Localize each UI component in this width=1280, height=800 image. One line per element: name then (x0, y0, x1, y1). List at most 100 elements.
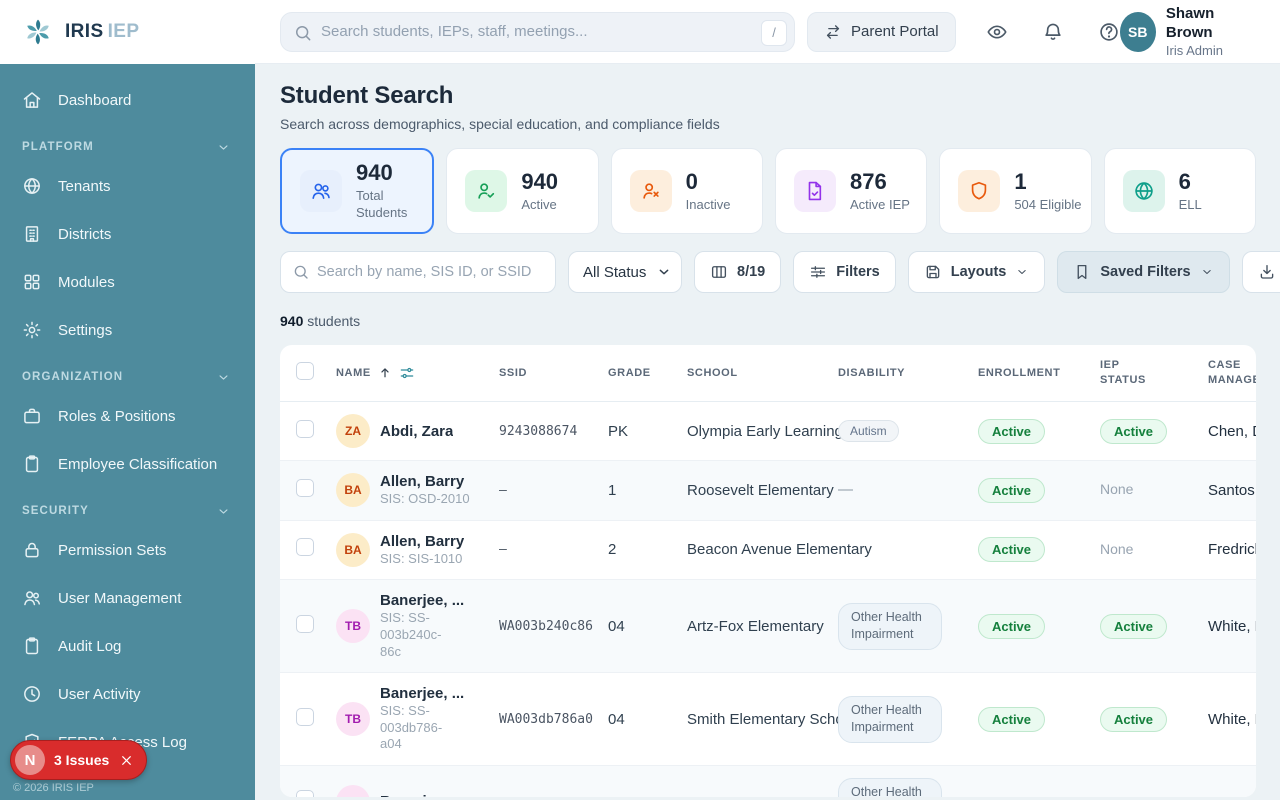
sidebar-item-tenants[interactable]: Tenants (0, 162, 255, 210)
sidebar-item-districts[interactable]: Districts (0, 210, 255, 258)
export-button[interactable]: Export (1241, 251, 1280, 293)
enrollment-badge: Active (978, 706, 1046, 732)
table-row[interactable]: TB Banerjee, ... SIS: SS- 003b240c- 86c WA0… (280, 580, 1256, 674)
columns-button[interactable]: 8/19 (694, 251, 782, 293)
bell-icon[interactable] (1042, 21, 1064, 43)
sidebar-item-user-management[interactable]: User Management (0, 574, 255, 622)
bookmark-icon (1073, 263, 1091, 281)
stat-value: 940 (521, 168, 559, 194)
parent-portal-button[interactable]: Parent Portal (807, 11, 956, 52)
dev-issues-badge[interactable]: N 3 Issues (10, 740, 148, 780)
row-checkbox[interactable] (296, 790, 314, 797)
stat-icon-tile (629, 170, 672, 212)
sidebar-item-label: User Activity (58, 685, 141, 703)
sidebar-item-audit-log[interactable]: Audit Log (0, 622, 255, 670)
select-all-checkbox[interactable] (296, 361, 314, 380)
sidebar-section-security[interactable]: SECURITY (0, 496, 255, 526)
table-row[interactable]: BA Allen, Barry SIS: OSD-2010 – 1 Roosevelt E… (280, 461, 1256, 521)
sidebar-item-dashboard[interactable]: Dashboard (0, 76, 255, 124)
row-checkbox[interactable] (296, 614, 314, 633)
sidebar-item-permission-sets[interactable]: Permission Sets (0, 526, 255, 574)
filters-button[interactable]: Filters (793, 251, 896, 293)
column-header-school[interactable]: SCHOOL (687, 366, 838, 381)
stat-card-ell[interactable]: 6 ELL (1103, 148, 1256, 234)
ssid: WA003db786a0 (499, 711, 593, 727)
sidebar-item-employee-classification[interactable]: Employee Classification (0, 440, 255, 488)
sidebar-item-label: Districts (58, 225, 112, 243)
saved-filters-button[interactable]: Saved Filters (1057, 251, 1230, 293)
sidebar-item-modules[interactable]: Modules (0, 258, 255, 306)
case-manager: White, L (1208, 710, 1256, 728)
sidebar-item-user-activity[interactable]: User Activity (0, 670, 255, 718)
stat-label: Total Students (356, 188, 408, 220)
stat-card-inactive[interactable]: 0 Inactive (610, 148, 763, 234)
column-header-ssid[interactable]: SSID (499, 366, 608, 381)
columns-icon (710, 263, 728, 281)
columns-count-label: 8/19 (737, 264, 766, 280)
student-name: Banerjee, ... (380, 592, 465, 610)
app-logo[interactable]: IRIS IEP (0, 0, 255, 64)
stat-card-total-students[interactable]: 940 Total Students (280, 148, 435, 234)
table-header: NAME SSID GRADE SCHOOL DISABILITY ENROLLMENT I… (280, 345, 1256, 402)
student-name: Allen, Barry (380, 532, 465, 550)
school: Artz-Fox Elementary (687, 617, 824, 635)
global-search-input[interactable] (281, 12, 794, 51)
sidebar-item-label: Settings (58, 321, 113, 339)
sidebar-section-platform[interactable]: PLATFORM (0, 132, 255, 162)
issues-logo: N (15, 745, 45, 775)
avatar: TB (336, 702, 370, 737)
table-search-input[interactable] (281, 252, 555, 292)
table-row[interactable]: TB Banerjee, ... SIS: SS- 003db786- a04 WA0… (280, 673, 1256, 766)
row-checkbox[interactable] (296, 478, 314, 497)
row-checkbox[interactable] (296, 538, 314, 557)
iep-status-badge: Active (1100, 613, 1168, 639)
column-header-name[interactable]: NAME (336, 365, 499, 381)
column-header-enrollment[interactable]: ENROLLMENT (978, 366, 1100, 381)
avatar: BA (336, 532, 370, 567)
close-icon[interactable] (120, 754, 133, 767)
sidebar-item-roles-positions[interactable]: Roles & Positions (0, 392, 255, 440)
stat-value: 940 (356, 160, 393, 186)
status-filter-select[interactable]: All Status (568, 251, 682, 293)
student-name: Abdi, Zara (380, 422, 454, 440)
row-checkbox[interactable] (296, 707, 314, 726)
sidebar-copyright: © 2026 IRIS IEP (13, 782, 94, 794)
stat-card-active-iep[interactable]: 876 Active IEP (774, 148, 928, 234)
table-row[interactable]: ZA Abdi, Zara 9243088674 PK Olympia Early Le… (280, 402, 1256, 461)
sis-id: SIS: SIS-1010 (380, 550, 463, 566)
help-icon[interactable] (1098, 21, 1120, 43)
sidebar-nav: Dashboard PLATFORM Tenants Districts Modules… (0, 64, 255, 800)
column-header-case-manager[interactable]: CASE MANAGER (1208, 358, 1256, 388)
topbar: / Parent Portal SB Shawn Brown Iris Admi… (255, 0, 1280, 64)
eye-icon[interactable] (986, 21, 1008, 43)
table-row[interactable]: BA Allen, Barry SIS: SIS-1010 – 2 Beacon Aven… (280, 521, 1256, 581)
stat-cards: 940 Total Students 940 Active 0 Inactive 876 Ac… (280, 148, 1256, 234)
ssid: – (499, 542, 507, 558)
sidebar-section-label: ORGANIZATION (22, 371, 124, 383)
case-manager: Santos, (1208, 481, 1256, 499)
ssid: 9243088674 (499, 423, 578, 439)
layouts-button[interactable]: Layouts (907, 251, 1046, 293)
filters-label: Filters (836, 264, 880, 280)
sidebar-item-settings[interactable]: Settings (0, 306, 255, 354)
column-header-iep-status[interactable]: IEP STATUS (1100, 358, 1162, 388)
stat-card-504-eligible[interactable]: 1 504 Eligible (939, 148, 1092, 234)
row-checkbox[interactable] (296, 419, 314, 438)
table-row[interactable]: TB Banerjee, ... Other Health Impairment (280, 766, 1256, 797)
case-manager: Fredrick (1208, 541, 1256, 559)
saved-filters-label: Saved Filters (1100, 264, 1191, 280)
sidebar-section-organization[interactable]: ORGANIZATION (0, 362, 255, 392)
parent-portal-label: Parent Portal (851, 23, 939, 40)
chevron-down-icon (1015, 265, 1029, 279)
column-header-grade[interactable]: GRADE (608, 366, 687, 381)
user-menu[interactable]: SB Shawn Brown Iris Admin (1119, 5, 1256, 58)
sidebar-section-label: SECURITY (22, 505, 89, 517)
stat-label: 504 Eligible (1014, 197, 1082, 213)
file-check-icon (804, 180, 826, 202)
swap-arrows-icon (824, 23, 842, 41)
column-header-disability[interactable]: DISABILITY (838, 366, 978, 381)
globe-icon (1133, 180, 1155, 202)
iep-status-badge: Active (1100, 706, 1168, 732)
brand-name: IRIS IEP (65, 21, 140, 42)
stat-card-active[interactable]: 940 Active (446, 148, 599, 234)
